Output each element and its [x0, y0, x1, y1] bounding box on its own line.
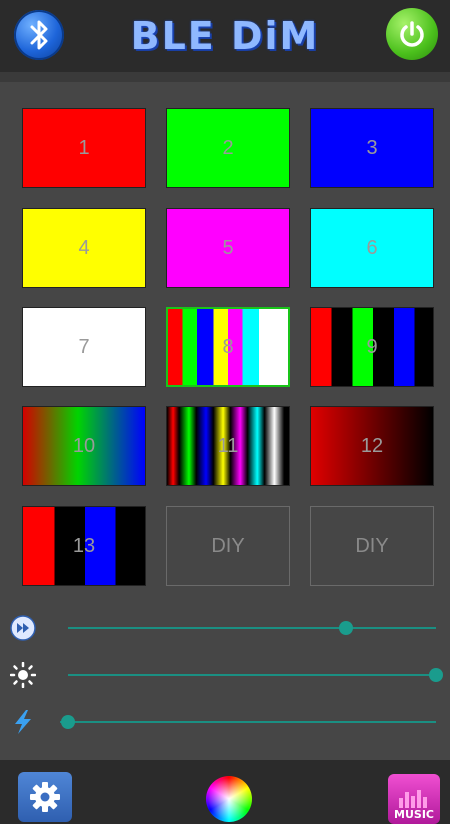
header-divider	[0, 72, 450, 82]
preset-tile-label: 12	[360, 434, 384, 457]
slider-track[interactable]	[68, 627, 436, 629]
preset-tile-11[interactable]: 11	[166, 406, 290, 486]
preset-tile-label: DIY	[211, 534, 245, 557]
preset-tile-label: 13	[72, 534, 96, 557]
slider-power[interactable]	[0, 707, 450, 737]
preset-tile-12[interactable]: 12	[310, 406, 434, 486]
brightness-icon	[10, 662, 36, 688]
music-label: MUSIC	[394, 808, 434, 821]
preset-tile-7[interactable]: 7	[22, 307, 146, 387]
diy-preset-tile[interactable]: DIY	[166, 506, 290, 586]
preset-tile-label: 2	[222, 136, 234, 159]
preset-tile-5[interactable]: 5	[166, 208, 290, 288]
preset-tile-13[interactable]: 13	[22, 506, 146, 586]
fast-forward-icon	[10, 615, 36, 641]
preset-tile-1[interactable]: 1	[22, 108, 146, 188]
preset-tile-label: 5	[222, 236, 234, 259]
app-title: BLE DiM	[130, 14, 320, 58]
preset-tile-3[interactable]: 3	[310, 108, 434, 188]
music-button[interactable]: MUSIC	[388, 774, 440, 824]
preset-tile-9[interactable]: 9	[310, 307, 434, 387]
preset-tile-label: 3	[366, 136, 378, 159]
preset-tile-label: 7	[78, 335, 90, 358]
power-button[interactable]	[386, 8, 438, 60]
preset-tile-label: 10	[72, 434, 96, 457]
lightning-icon	[10, 709, 36, 735]
preset-tile-label: 9	[366, 335, 378, 358]
color-wheel-icon[interactable]	[206, 776, 252, 822]
slider-thumb[interactable]	[339, 621, 353, 635]
diy-preset-tile[interactable]: DIY	[310, 506, 434, 586]
preset-tile-2[interactable]: 2	[166, 108, 290, 188]
preset-tile-10[interactable]: 10	[22, 406, 146, 486]
settings-button[interactable]	[18, 772, 72, 822]
preset-tile-label: 6	[366, 236, 378, 259]
preset-tile-label: 11	[217, 434, 239, 457]
preset-tile-label: 1	[78, 136, 90, 159]
preset-tile-6[interactable]: 6	[310, 208, 434, 288]
slider-track[interactable]	[60, 721, 436, 723]
bluetooth-button[interactable]	[14, 10, 64, 60]
bluetooth-icon	[30, 20, 48, 50]
slider-thumb[interactable]	[61, 715, 75, 729]
power-icon	[400, 21, 424, 47]
preset-tile-label: DIY	[355, 534, 389, 557]
equalizer-icon	[399, 790, 427, 808]
preset-tile-label: 8	[222, 335, 234, 358]
slider-track[interactable]	[68, 674, 436, 676]
preset-tile-4[interactable]: 4	[22, 208, 146, 288]
slider-speed[interactable]	[0, 613, 450, 643]
slider-thumb[interactable]	[429, 668, 443, 682]
preset-tile-label: 4	[78, 236, 90, 259]
gear-icon	[30, 782, 60, 812]
preset-tile-8[interactable]: 8	[166, 307, 290, 387]
slider-brightness[interactable]	[0, 660, 450, 690]
